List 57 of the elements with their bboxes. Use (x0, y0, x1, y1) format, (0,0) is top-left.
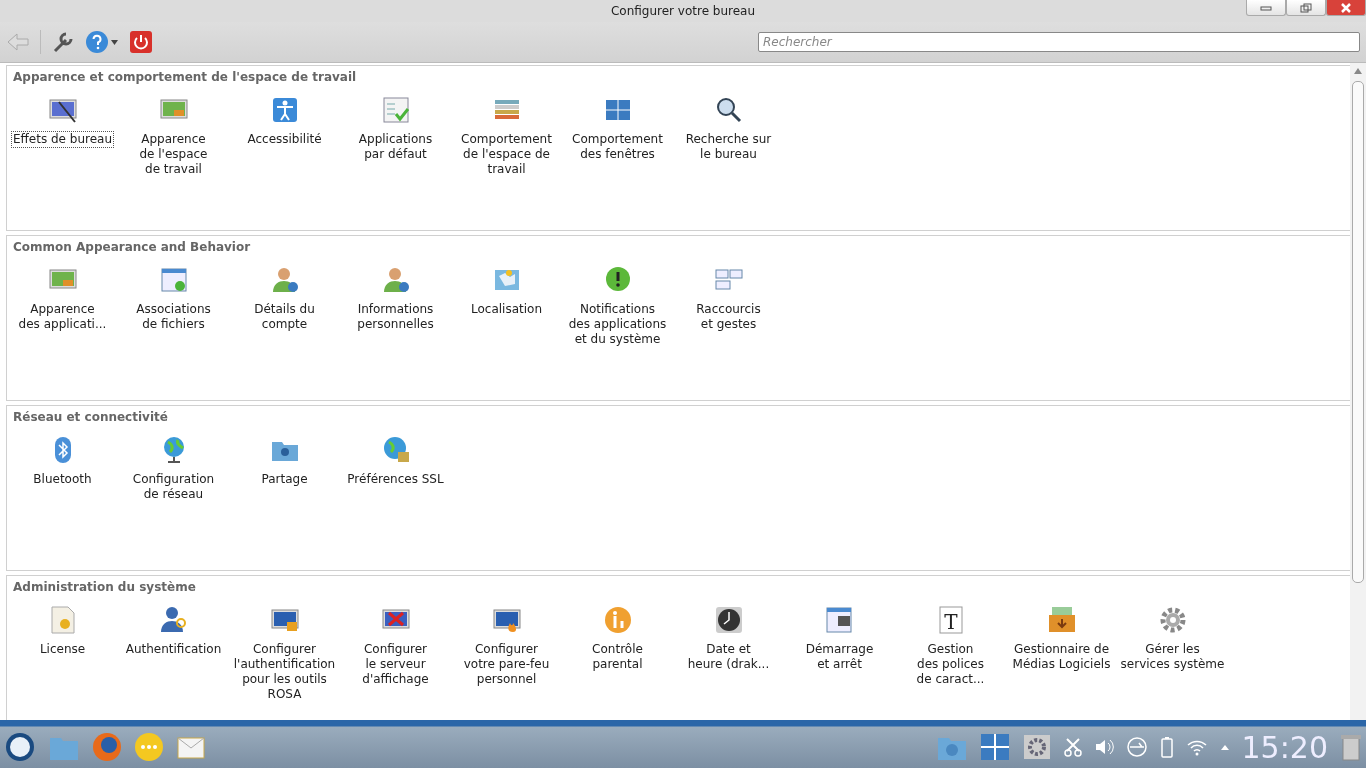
settings-module[interactable]: Associations de fichiers (118, 264, 229, 347)
settings-module[interactable]: Bluetooth (7, 434, 118, 502)
search-field[interactable]: Rechercher (758, 32, 1360, 52)
settings-module[interactable]: Comportement des fenêtres (562, 94, 673, 177)
close-icon (1341, 2, 1351, 13)
browser-icon[interactable] (92, 732, 122, 762)
expand-arrow-icon[interactable] (1219, 743, 1230, 751)
restore-icon (1300, 2, 1312, 13)
trash-icon[interactable] (1340, 733, 1362, 761)
settings-module[interactable]: T Gestion des polices de caract... (895, 604, 1006, 702)
settings-module[interactable]: Raccourcis et gestes (673, 264, 784, 347)
settings-module[interactable]: Recherche sur le bureau (673, 94, 784, 177)
minimize-icon (1260, 4, 1272, 11)
settings-module[interactable]: Détails du compte (229, 264, 340, 347)
volume-icon[interactable] (1093, 737, 1114, 757)
category-title: Apparence et comportement de l'espace de travail (12, 70, 358, 84)
settings-module[interactable]: Préférences SSL (340, 434, 451, 502)
settings-module[interactable]: Apparence des applicati... (7, 264, 118, 347)
settings-module[interactable]: Informations personnelles (340, 264, 451, 347)
clock: 15:20 (1241, 729, 1328, 765)
power-button[interactable] (129, 30, 153, 54)
settings-module[interactable]: Démarrage et arrêt (784, 604, 895, 702)
battery-icon[interactable] (1159, 736, 1174, 758)
close-button[interactable] (1326, 0, 1366, 16)
minimize-button[interactable] (1246, 0, 1286, 16)
settings-module[interactable]: Comportement de l'espace de travail (451, 94, 562, 177)
window-title: Configurer votre bureau (610, 4, 756, 18)
settings-module[interactable]: Configurer votre pare-feu personnel (451, 604, 562, 702)
settings-module[interactable]: Effets de bureau (7, 94, 118, 177)
settings-module[interactable]: Configuration de réseau (118, 434, 229, 502)
settings-module[interactable]: Accessibilité (229, 94, 340, 177)
scrollbar[interactable] (1350, 63, 1366, 720)
settings-module[interactable]: Contrôle parental (562, 604, 673, 702)
settings-module[interactable]: Date et heure (drak... (673, 604, 784, 702)
chat-icon[interactable] (134, 732, 164, 762)
settings-module[interactable]: License (7, 604, 118, 702)
windows-grid-icon[interactable] (979, 733, 1010, 761)
settings-module[interactable]: Gérer les services système (1117, 604, 1228, 702)
scroll-up-icon[interactable] (1353, 67, 1363, 75)
settings-module[interactable]: Authentification (118, 604, 229, 702)
category-title: Réseau et connectivité (12, 410, 169, 424)
launcher-button[interactable] (4, 731, 36, 763)
settings-module[interactable]: Applications par défaut (340, 94, 451, 177)
wrench-button[interactable] (51, 30, 75, 54)
scissors-icon[interactable] (1063, 737, 1082, 757)
settings-module[interactable]: Notifications des applications et du système (562, 264, 673, 347)
category-title: Common Appearance and Behavior (12, 240, 252, 254)
settings-module[interactable]: Gestionnaire de Médias Logiciels (1006, 604, 1117, 702)
category-title: Administration du système (12, 580, 197, 594)
settings-module[interactable]: Apparence de l'espace de travail (118, 94, 229, 177)
help-button[interactable] (85, 30, 119, 54)
settings-icon[interactable] (1021, 732, 1052, 762)
settings-module[interactable]: Configurer le serveur d'affichage (340, 604, 451, 702)
settings-module[interactable]: Localisation (451, 264, 562, 347)
restore-button[interactable] (1286, 0, 1326, 16)
settings-module[interactable]: Partage (229, 434, 340, 502)
settings-module[interactable]: Configurer l'authentification pour les outils ROSA (229, 604, 340, 702)
